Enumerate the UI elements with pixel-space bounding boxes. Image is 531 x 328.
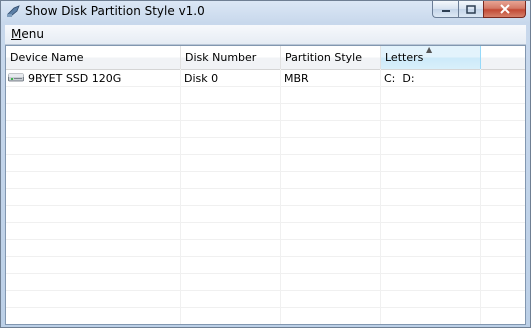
column-header-partition-style[interactable]: Partition Style xyxy=(281,46,381,69)
app-icon xyxy=(7,5,20,17)
disk-list[interactable]: Device Name Disk Number Partition Style … xyxy=(5,45,526,325)
maximize-button[interactable] xyxy=(458,1,483,18)
row-divider xyxy=(6,256,525,257)
close-icon xyxy=(499,4,510,14)
hard-drive-icon xyxy=(8,73,24,82)
menu-accelerator: M xyxy=(11,27,22,41)
app-window: Show Disk Partition Style v1.0 Menu Devi… xyxy=(0,0,531,328)
column-header-label: Disk Number xyxy=(185,51,257,64)
caption-buttons xyxy=(432,1,526,19)
menu-item-menu[interactable]: Menu xyxy=(11,27,44,41)
cell-disk-number: Disk 0 xyxy=(184,72,219,85)
list-header: Device Name Disk Number Partition Style … xyxy=(6,46,525,70)
minimize-icon xyxy=(441,10,450,12)
column-header-disk-number[interactable]: Disk Number xyxy=(181,46,281,69)
row-divider xyxy=(6,273,525,274)
row-divider xyxy=(6,154,525,155)
minimize-button[interactable] xyxy=(432,1,458,18)
row-divider xyxy=(6,103,525,104)
row-divider xyxy=(6,171,525,172)
column-divider xyxy=(380,69,381,324)
column-header-label: Device Name xyxy=(10,51,84,64)
row-divider xyxy=(6,290,525,291)
column-divider xyxy=(180,69,181,324)
row-divider xyxy=(6,239,525,240)
menu-label-rest: enu xyxy=(21,27,44,41)
cell-letters: C: D: xyxy=(384,72,415,85)
menu-bar: Menu xyxy=(5,25,526,45)
title-bar[interactable]: Show Disk Partition Style v1.0 xyxy=(1,1,530,22)
row-divider xyxy=(6,137,525,138)
row-divider xyxy=(6,188,525,189)
close-button[interactable] xyxy=(483,1,526,18)
table-row[interactable]: 9BYET SSD 120G Disk 0 MBR C: D: xyxy=(6,70,525,87)
column-header-label: Partition Style xyxy=(285,51,362,64)
row-divider xyxy=(6,307,525,308)
column-header-label: Letters xyxy=(385,51,424,64)
window-title: Show Disk Partition Style v1.0 xyxy=(25,4,205,18)
column-divider xyxy=(480,69,481,324)
column-divider xyxy=(280,69,281,324)
maximize-icon xyxy=(466,4,476,14)
cell-device-name: 9BYET SSD 120G xyxy=(28,72,122,85)
row-divider xyxy=(6,120,525,121)
column-header-letters[interactable]: ▲ Letters xyxy=(381,46,481,69)
sort-ascending-icon: ▲ xyxy=(426,45,433,54)
row-divider xyxy=(6,205,525,206)
cell-partition-style: MBR xyxy=(284,72,309,85)
row-divider xyxy=(6,222,525,223)
column-header-device-name[interactable]: Device Name xyxy=(6,46,181,69)
